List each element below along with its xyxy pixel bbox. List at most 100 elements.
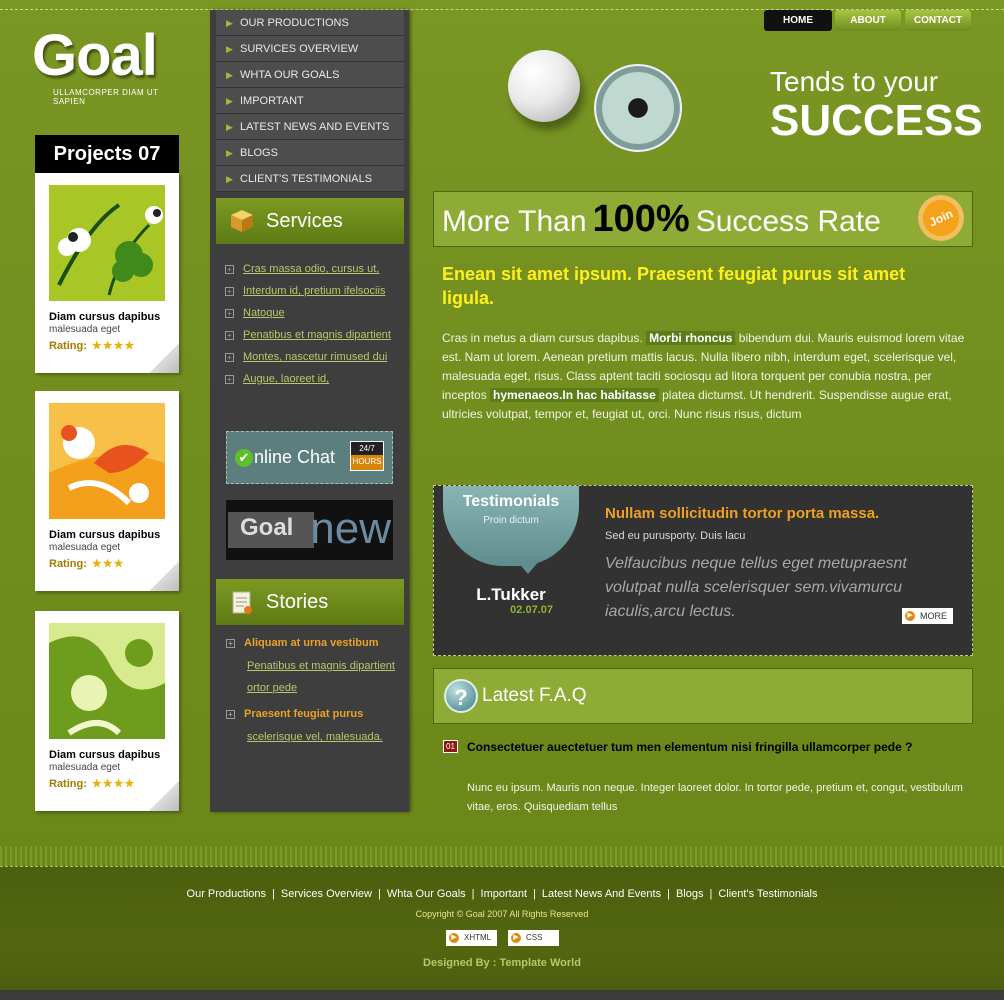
arrow-right-icon: ▶ xyxy=(226,44,233,54)
more-button[interactable]: ▶ MORE xyxy=(902,608,953,624)
rating-stars-icon: ★★★ xyxy=(91,558,125,570)
services-link[interactable]: + Natoque xyxy=(225,307,405,319)
footer-link[interactable]: Whta Our Goals xyxy=(387,888,466,900)
project-title[interactable]: Diam cursus dapibus xyxy=(49,311,160,323)
project-subtitle: malesuada eget xyxy=(49,762,121,773)
arrow-right-icon: ▶ xyxy=(226,18,233,28)
footer-link[interactable]: Important xyxy=(481,888,527,900)
box-icon xyxy=(231,210,253,232)
hours-badge: 24/7 HOURS xyxy=(350,441,384,471)
golf-hole-image xyxy=(594,64,682,152)
footer-separator: | xyxy=(272,888,275,900)
sidebar-item-services-overview[interactable]: ▶ SURVICES OVERVIEW xyxy=(216,36,404,62)
services-link[interactable]: + Interdum id, pretium ifelsociis xyxy=(225,285,405,297)
story-title[interactable]: + Praesent feugiat purus xyxy=(226,708,406,720)
plus-box-icon: + xyxy=(226,709,235,719)
footer-link[interactable]: Our Productions xyxy=(187,888,266,900)
testimonial-subheading: Sed eu purusporty. Duis lacu xyxy=(605,530,746,542)
sidebar-item-goals[interactable]: ▶ WHTA OUR GOALS xyxy=(216,62,404,88)
online-chat-button[interactable]: ✔ nline Chat 24/7 HOURS xyxy=(226,431,393,484)
online-chat-label: nline Chat xyxy=(254,447,336,467)
rating-stars-icon: ★★★★ xyxy=(91,340,136,352)
hero-tagline-line1: Tends to your xyxy=(770,66,939,97)
rating-label: Rating: xyxy=(49,340,87,352)
css-valid-button[interactable]: ▶ CSS xyxy=(508,930,559,946)
nav-contact-button[interactable]: CONTACT xyxy=(905,10,971,31)
project-card[interactable]: Diam cursus dapibus malesuada eget Ratin… xyxy=(35,611,179,811)
sidebar-item-label: LATEST NEWS AND EVENTS xyxy=(240,121,390,133)
faq-answer: Nunc eu ipsum. Mauris non neque. Integer… xyxy=(467,782,963,813)
sidebar-item-testimonials[interactable]: ▶ CLIENT'S TESTIMONIALS xyxy=(216,166,404,192)
question-icon: ? xyxy=(444,679,478,713)
story-link[interactable]: ortor pede xyxy=(247,682,397,694)
faq-heading-label: Latest F.A.Q xyxy=(482,685,587,706)
sidebar-item-news[interactable]: ▶ LATEST NEWS AND EVENTS xyxy=(216,114,404,140)
news-banner[interactable]: Goal new xyxy=(226,500,393,560)
project-card[interactable]: Diam cursus dapibus malesuada eget Ratin… xyxy=(35,173,179,373)
join-badge[interactable]: Join xyxy=(910,187,972,249)
sidebar-item-blogs[interactable]: ▶ BLOGS xyxy=(216,140,404,166)
sidebar-item-label: IMPORTANT xyxy=(240,95,304,107)
faq-question[interactable]: Consectetuer auectetuer tum men elementu… xyxy=(467,738,947,757)
project-subtitle: malesuada eget xyxy=(49,542,121,553)
footer-separator: | xyxy=(667,888,670,900)
nav-about-button[interactable]: ABOUT xyxy=(835,10,901,31)
bottom-bar xyxy=(0,990,1004,1000)
project-image[interactable] xyxy=(49,185,165,301)
speech-bubble-tail xyxy=(516,560,540,574)
services-heading-label: Services xyxy=(266,210,343,232)
arrow-right-icon: ▶ xyxy=(905,611,915,621)
testimonials-title: Testimonials xyxy=(462,493,560,510)
project-title[interactable]: Diam cursus dapibus xyxy=(49,529,160,541)
project-subtitle: malesuada eget xyxy=(49,324,121,335)
site-logo[interactable]: Goal ULLAMCORPER DIAM UT SAPIEN xyxy=(32,23,182,107)
services-link[interactable]: + Penatibus et magnis dipartient xyxy=(225,329,405,341)
footer-separator: | xyxy=(377,888,381,900)
rating-label: Rating: xyxy=(49,778,87,790)
logo-title: Goal xyxy=(32,23,158,88)
project-card[interactable]: Diam cursus dapibus malesuada eget Ratin… xyxy=(35,391,179,591)
page-curl-icon xyxy=(149,781,179,811)
faq-heading: ? Latest F.A.Q xyxy=(433,668,973,724)
page-curl-icon xyxy=(149,561,179,591)
services-heading: Services xyxy=(216,198,404,244)
footer-nav: Our Productions | Services Overview | Whta O… xyxy=(0,888,1004,900)
arrow-right-icon: ▶ xyxy=(226,148,233,158)
arrow-right-icon: ▶ xyxy=(226,174,233,184)
copyright-text: Copyright © Goal 2007 All Rights Reserve… xyxy=(415,909,589,919)
golf-ball-image xyxy=(508,50,580,122)
faq-number-badge: 01 xyxy=(443,740,458,753)
banner-pre: More Than xyxy=(442,205,587,238)
footer-grass-strip xyxy=(0,846,1004,868)
designed-by-text[interactable]: Designed By : Template World xyxy=(0,957,1004,969)
project-rating: Rating: ★★★ xyxy=(49,557,124,570)
project-title[interactable]: Diam cursus dapibus xyxy=(49,749,160,761)
arrow-right-icon: ▶ xyxy=(226,96,233,106)
footer-link[interactable]: Client's Testimonials xyxy=(718,888,817,900)
nav-home-button[interactable]: HOME xyxy=(764,10,832,31)
banner-post: Success Rate xyxy=(695,205,881,238)
project-image[interactable] xyxy=(49,403,165,519)
footer-link[interactable]: Latest News And Events xyxy=(542,888,661,900)
project-image[interactable] xyxy=(49,623,165,739)
services-link[interactable]: + Augue, laoreet id, xyxy=(225,373,405,385)
services-link[interactable]: + Montes, nascetur rimused dui xyxy=(225,351,405,363)
services-link[interactable]: + Cras massa odio, cursus ut, xyxy=(225,263,405,275)
story-link[interactable]: scelerisque vel, malesuada. xyxy=(247,731,397,743)
arrow-right-icon: ▶ xyxy=(449,933,459,943)
sidebar-item-productions[interactable]: ▶ OUR PRODUCTIONS xyxy=(216,10,404,36)
sidebar-item-important[interactable]: ▶ IMPORTANT xyxy=(216,88,404,114)
hero-tagline-line2: SUCCESS xyxy=(770,96,983,145)
footer-link[interactable]: Services Overview xyxy=(281,888,372,900)
stories-heading-label: Stories xyxy=(266,591,329,613)
testimonial-heading: Nullam sollicitudin tortor porta massa. xyxy=(605,505,880,522)
footer-separator: | xyxy=(471,888,475,900)
checkmark-icon: ✔ xyxy=(235,449,253,468)
story-title[interactable]: + Aliquam at urna vestibum xyxy=(226,637,406,649)
rating-stars-icon: ★★★★ xyxy=(91,778,136,790)
footer-link[interactable]: Blogs xyxy=(676,888,704,900)
highlight-text: hymenaeos.In hac habitasse xyxy=(490,388,659,402)
plus-box-icon: + xyxy=(225,308,234,318)
xhtml-valid-button[interactable]: ▶ XHTML xyxy=(446,930,497,946)
story-link[interactable]: Penatibus et magnis dipartient xyxy=(247,660,397,672)
